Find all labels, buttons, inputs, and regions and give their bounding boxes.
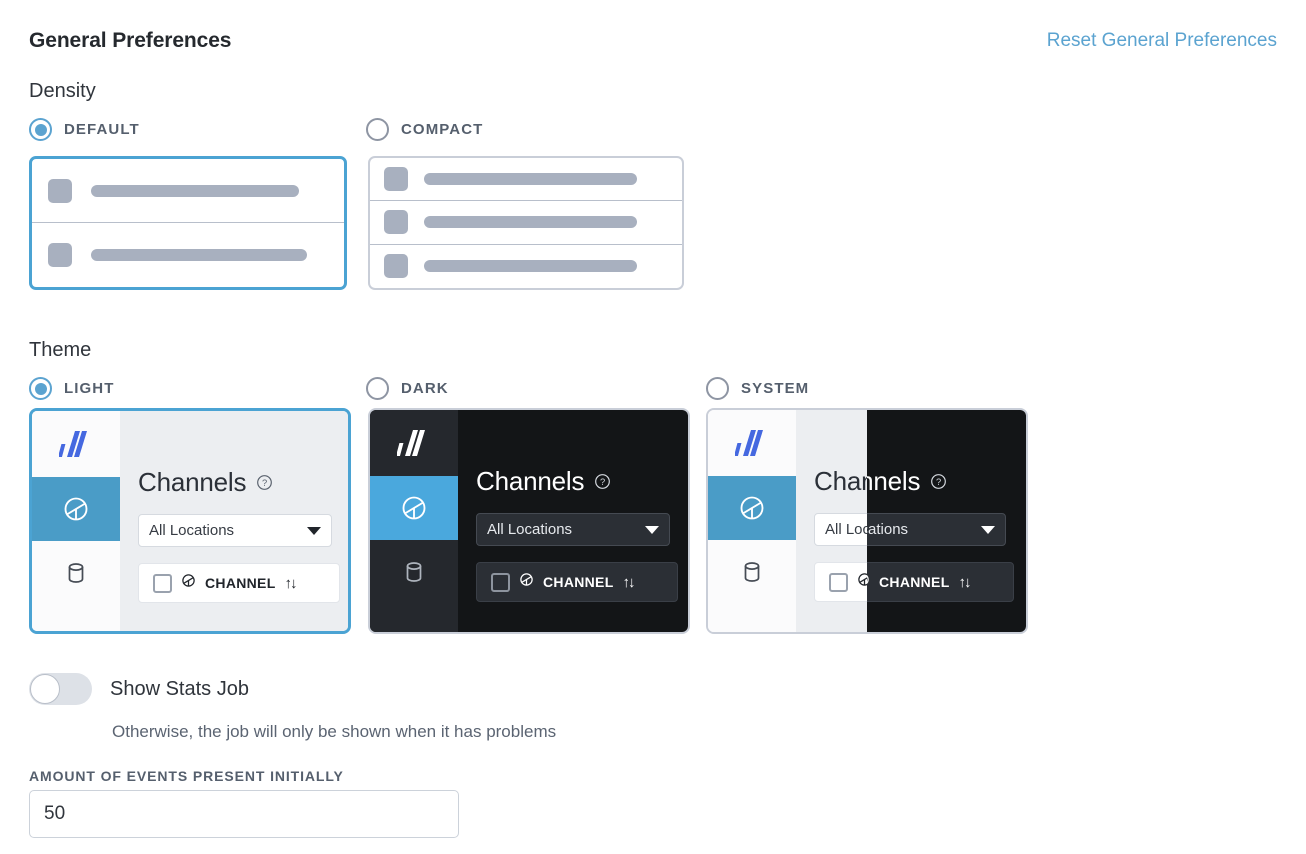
reset-general-preferences-link[interactable]: Reset General Preferences <box>1047 24 1277 58</box>
channels-icon <box>519 572 534 592</box>
sort-updown-icon[interactable]: ↑↓ <box>623 574 636 591</box>
placeholder-avatar-icon <box>384 210 408 235</box>
sidebar-item-database[interactable] <box>708 540 796 604</box>
app-logo-icon <box>32 411 120 477</box>
location-select[interactable]: All Locations <box>476 513 670 546</box>
preview-heading: Channels <box>867 466 921 496</box>
events-amount-input[interactable] <box>29 790 459 838</box>
theme-preview-system[interactable]: Channels ? All Locations <box>706 408 1028 634</box>
question-circle-icon: ? <box>256 474 273 491</box>
question-circle-icon: ? <box>594 473 611 490</box>
theme-system-label: SYSTEM <box>741 380 810 397</box>
placeholder-avatar-icon <box>384 254 408 279</box>
preview-heading: Channels <box>476 466 585 496</box>
density-preview-row <box>370 245 682 288</box>
radio-system[interactable] <box>706 377 729 400</box>
theme-preview-dark[interactable]: Channels ? All Locations CHANNEL ↑↓ <box>368 408 690 634</box>
placeholder-avatar-icon <box>48 243 72 267</box>
placeholder-avatar-icon <box>48 178 72 203</box>
location-select-value: All Locations <box>487 521 573 538</box>
preview-table-header: CHANNEL ↑↓ <box>867 562 1014 602</box>
placeholder-avatar-icon <box>384 167 408 192</box>
density-compact-label: COMPACT <box>401 121 484 138</box>
placeholder-bar <box>424 216 637 229</box>
radio-light[interactable] <box>29 377 52 400</box>
density-option-compact[interactable]: COMPACT <box>366 118 483 141</box>
column-header-channel[interactable]: CHANNEL <box>543 574 614 590</box>
theme-option-dark[interactable]: DARK <box>366 377 449 400</box>
theme-option-light[interactable]: LIGHT <box>29 377 115 400</box>
radio-compact[interactable] <box>366 118 389 141</box>
density-default-label: DEFAULT <box>64 121 140 138</box>
theme-light-label: LIGHT <box>64 380 115 397</box>
page-title: General Preferences <box>29 29 232 52</box>
density-preview-row <box>32 159 344 223</box>
app-logo-icon <box>370 410 458 476</box>
svg-text:?: ? <box>936 477 941 487</box>
theme-option-system[interactable]: SYSTEM <box>706 377 809 400</box>
svg-text:?: ? <box>262 478 267 488</box>
question-circle-icon: ? <box>930 473 947 490</box>
sidebar-item-database[interactable] <box>32 541 120 605</box>
preview-table-header: CHANNEL ↑↓ <box>138 563 340 603</box>
density-preview-row <box>32 223 344 287</box>
chevron-down-icon <box>307 526 321 535</box>
chevron-down-icon <box>981 525 995 534</box>
location-select[interactable]: All Locations <box>867 513 1006 546</box>
chevron-down-icon <box>645 525 659 534</box>
radio-dark[interactable] <box>366 377 389 400</box>
channels-icon <box>181 573 196 593</box>
placeholder-bar <box>424 260 637 273</box>
radio-default[interactable] <box>29 118 52 141</box>
placeholder-bar <box>91 184 299 197</box>
sort-updown-icon[interactable]: ↑↓ <box>285 575 298 592</box>
show-stats-job-setting: Show Stats Job <box>29 673 249 705</box>
svg-text:?: ? <box>600 477 605 487</box>
location-select-value: All Locations <box>867 521 909 538</box>
density-preview-default[interactable] <box>29 156 347 290</box>
density-option-default[interactable]: DEFAULT <box>29 118 140 141</box>
density-preview-row <box>370 201 682 245</box>
sort-updown-icon[interactable]: ↑↓ <box>959 574 972 591</box>
sidebar-item-channels[interactable] <box>708 476 796 540</box>
preview-heading: Channels <box>138 467 247 497</box>
general-preferences-page: General Preferences Reset General Prefer… <box>0 0 1306 854</box>
theme-dark-label: DARK <box>401 380 449 397</box>
show-stats-job-label: Show Stats Job <box>110 677 249 700</box>
sidebar-item-channels[interactable] <box>370 476 458 540</box>
column-header-channel[interactable]: CHANNEL <box>205 575 276 591</box>
show-stats-job-help-text: Otherwise, the job will only be shown wh… <box>112 722 557 741</box>
theme-section-label: Theme <box>29 339 92 361</box>
sidebar-item-channels[interactable] <box>32 477 120 541</box>
events-field-label: AMOUNT OF EVENTS PRESENT INITIALLY <box>29 768 344 784</box>
placeholder-bar <box>91 249 307 261</box>
show-stats-job-toggle[interactable] <box>29 673 92 705</box>
preview-table-header: CHANNEL ↑↓ <box>476 562 678 602</box>
select-all-checkbox[interactable] <box>829 572 848 592</box>
channels-icon <box>867 572 870 592</box>
app-logo-icon <box>708 410 796 476</box>
density-preview-compact[interactable] <box>368 156 684 290</box>
select-all-checkbox[interactable] <box>153 573 172 593</box>
density-section-label: Density <box>29 80 96 102</box>
page-header: General Preferences Reset General Prefer… <box>29 24 1277 58</box>
placeholder-bar <box>424 173 637 186</box>
column-header-channel[interactable]: CHANNEL <box>879 574 950 590</box>
toggle-knob <box>30 674 60 704</box>
select-all-checkbox[interactable] <box>491 572 510 592</box>
density-preview-row <box>370 158 682 202</box>
location-select[interactable]: All Locations <box>138 514 332 547</box>
system-theme-dark-half: Channels ? All Locations <box>867 410 1026 632</box>
location-select-value: All Locations <box>149 522 235 539</box>
sidebar-item-database[interactable] <box>370 540 458 604</box>
theme-preview-light[interactable]: Channels ? All Locations CHANNEL ↑↓ <box>29 408 351 634</box>
